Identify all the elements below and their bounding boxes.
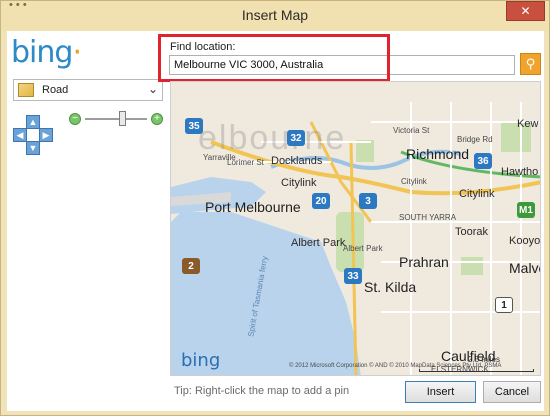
map-bing-logo: bing: [181, 350, 221, 371]
map-label-richmond: Richmond: [406, 146, 470, 162]
route-shield-33-icon: 33: [344, 268, 362, 284]
map-label-albert-park-1: Albert Park: [291, 237, 346, 249]
pan-up-icon[interactable]: ▲: [26, 115, 40, 129]
map-label-prahran: Prahran: [399, 254, 449, 270]
pan-control[interactable]: ▲ ◀ ▶ ▼: [13, 115, 53, 155]
zoom-slider-thumb[interactable]: [119, 111, 126, 126]
map-style-selected: Road: [42, 84, 69, 96]
route-shield-20-icon: 20: [312, 193, 330, 209]
title-bar[interactable]: • • • Insert Map ✕: [1, 0, 549, 31]
map-label-kooyong: Kooyon: [509, 235, 541, 247]
map-label-citylink-3: Citylink: [459, 188, 495, 200]
map-label-port-melbourne: Port Melbourne: [205, 199, 301, 215]
insert-map-dialog: • • • Insert Map ✕ bing· Road ⌄ ▲ ◀ ▶ ▼ …: [0, 0, 550, 416]
map-label-hawthorn: Hawtho: [501, 166, 539, 178]
map-label-docklands: Docklands: [271, 155, 323, 167]
map-label-st-kilda: St. Kilda: [364, 279, 417, 295]
bing-logo: bing·: [11, 35, 82, 70]
cancel-button[interactable]: Cancel: [483, 381, 541, 403]
dialog-title: Insert Map: [241, 7, 309, 23]
search-icon: ⚲: [525, 56, 536, 71]
pan-right-icon[interactable]: ▶: [39, 128, 53, 142]
map-label-victoria: Victoria St: [393, 126, 430, 135]
zoom-slider-track[interactable]: [85, 118, 147, 120]
tip-text: Tip: Right-click the map to add a pin: [174, 385, 350, 397]
map-label-citylink-2: Citylink: [401, 177, 427, 186]
map-label-kew: Kew: [517, 118, 539, 130]
route-shield-1-icon: 1: [495, 297, 513, 313]
zoom-in-icon[interactable]: +: [151, 113, 163, 125]
zoom-out-icon[interactable]: −: [69, 113, 81, 125]
map-label-citylink-1: Citylink: [281, 177, 317, 189]
map-label-malvern: Malve: [509, 260, 540, 276]
route-shield-36-icon: 36: [474, 153, 492, 169]
map-label-bridge: Bridge Rd: [457, 135, 493, 144]
close-button[interactable]: ✕: [506, 1, 545, 21]
route-shield-2-icon: 2: [182, 258, 200, 274]
map-label-albert-park-2: Albert Park: [343, 244, 383, 253]
pan-left-icon[interactable]: ◀: [13, 128, 27, 142]
map-style-dropdown[interactable]: Road ⌄: [13, 79, 163, 101]
chevron-down-icon[interactable]: ⌄: [148, 82, 158, 96]
map-label-south-yarra: SOUTH YARRA: [399, 213, 457, 222]
map-label-toorak: Toorak: [455, 226, 489, 238]
route-shield-35-icon: 35: [185, 118, 203, 134]
search-button[interactable]: ⚲: [520, 53, 541, 75]
route-shield-3-icon: 3: [359, 193, 377, 209]
dialog-content: bing· Road ⌄ ▲ ◀ ▶ ▼ − + Find location: …: [7, 31, 544, 411]
highlight-annotation-box: [158, 34, 390, 82]
map-view[interactable]: elbourne Yarraville Lorimer St Docklands…: [170, 81, 541, 376]
route-shield-m1-icon: M1: [517, 202, 535, 218]
road-map-icon: [18, 83, 34, 97]
bing-logo-dot-icon: ·: [72, 35, 81, 70]
map-scale-label: 2.5 miles: [468, 355, 501, 364]
insert-button[interactable]: Insert: [405, 381, 476, 403]
route-shield-32-icon: 32: [287, 130, 305, 146]
pan-down-icon[interactable]: ▼: [26, 141, 40, 155]
map-scale-bar: [419, 369, 534, 372]
bing-logo-text: bing: [11, 35, 73, 70]
map-label-lorimer: Lorimer St: [227, 158, 264, 167]
